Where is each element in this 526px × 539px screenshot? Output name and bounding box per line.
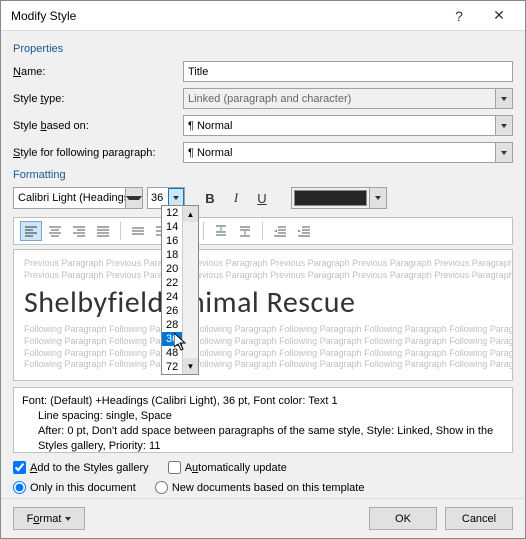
paragraph-toolbar [13,217,513,245]
titlebar: Modify Style ? ✕ [1,1,525,31]
preview-sample-text: Shelbyfield Animal Rescue [24,283,502,322]
spacing-1-button[interactable] [127,221,149,241]
name-input[interactable] [183,61,513,82]
style-type-select [183,88,513,109]
style-preview: Previous Paragraph Previous Paragraph Pr… [13,249,513,381]
options-checks: Add to the Styles gallery Automatically … [13,461,513,497]
scroll-up-icon[interactable]: ▲ [183,206,198,222]
chevron-down-icon [495,89,512,108]
scroll-down-icon[interactable]: ▼ [183,358,198,374]
italic-button[interactable]: I [225,187,247,209]
bold-button[interactable]: B [199,187,221,209]
chevron-down-icon[interactable] [125,188,142,208]
align-right-button[interactable] [68,221,90,241]
space-before-dec-button[interactable] [234,221,256,241]
font-size-dropdown[interactable]: 12 14 16 18 20 22 24 26 28 36 48 72 ▲ ▼ [161,205,199,375]
space-before-inc-button[interactable] [210,221,232,241]
based-on-label: Style based on: [13,120,183,132]
dropdown-scrollbar[interactable]: ▲ ▼ [182,206,198,374]
caret-down-icon [65,517,71,521]
following-label: Style for following paragraph: [13,147,183,159]
properties-heading: Properties [13,43,513,55]
close-button[interactable]: ✕ [479,2,519,30]
dialog-title: Modify Style [11,9,439,23]
dialog-buttons: Format OK Cancel [1,498,525,538]
indent-decrease-button[interactable] [269,221,291,241]
auto-update-check[interactable]: Automatically update [168,461,287,474]
following-select[interactable] [183,142,513,163]
color-swatch [294,190,367,206]
content-area: Properties Name: Style type: Style based… [1,31,525,498]
new-docs-radio[interactable]: New documents based on this template [155,481,365,494]
font-color-picker[interactable] [291,187,387,209]
help-button[interactable]: ? [439,2,479,30]
align-left-button[interactable] [20,221,42,241]
underline-button[interactable]: U [251,187,273,209]
ok-button[interactable]: OK [369,507,437,530]
chevron-down-icon[interactable] [495,116,512,135]
modify-style-dialog: Modify Style ? ✕ Properties Name: Style … [0,0,526,539]
name-label: Name: [13,66,183,78]
font-family-select[interactable]: Calibri Light (Headings) [13,187,143,209]
based-on-select[interactable] [183,115,513,136]
formatting-heading: Formatting [13,169,513,181]
align-justify-button[interactable] [92,221,114,241]
indent-increase-button[interactable] [293,221,315,241]
chevron-down-icon[interactable] [495,143,512,162]
formatting-toolbar: Calibri Light (Headings) 36 B I U [13,187,513,209]
chevron-down-icon[interactable] [369,188,386,208]
format-menu-button[interactable]: Format [13,507,85,530]
align-center-button[interactable] [44,221,66,241]
cancel-button[interactable]: Cancel [445,507,513,530]
style-description: Font: (Default) +Headings (Calibri Light… [13,387,513,453]
style-type-label: Style type: [13,93,183,105]
only-this-doc-radio[interactable]: Only in this document [13,481,136,494]
scroll-track[interactable] [183,222,198,358]
add-to-gallery-check[interactable]: Add to the Styles gallery [13,461,149,474]
